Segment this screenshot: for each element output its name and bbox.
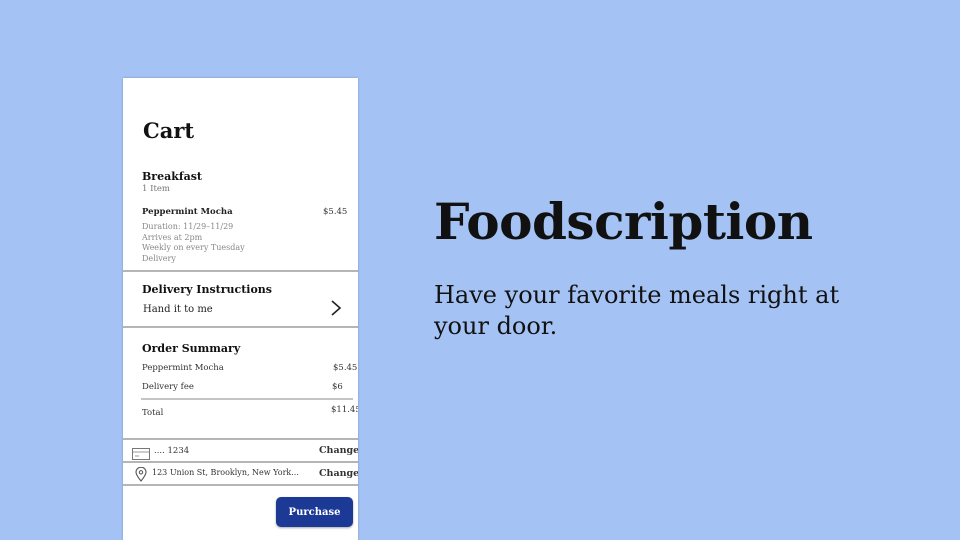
- divider: [123, 484, 358, 486]
- cart-item-details: Duration: 11/29–11/29 Arrives at 2pm Wee…: [142, 222, 262, 264]
- purchase-button[interactable]: Purchase: [276, 497, 353, 527]
- item-count: 1 Item: [142, 184, 170, 194]
- chevron-right-icon[interactable]: [329, 299, 343, 317]
- divider: [123, 438, 358, 440]
- delivery-instructions-value[interactable]: Hand it to me: [143, 304, 213, 315]
- change-address-button[interactable]: Change: [319, 468, 358, 479]
- total-label: Total: [142, 408, 164, 418]
- cart-item-name[interactable]: Peppermint Mocha: [142, 207, 233, 217]
- detail-arrival: Arrives at 2pm: [142, 232, 203, 242]
- credit-card-icon: [132, 445, 150, 460]
- divider: [123, 461, 358, 463]
- cart-section-title: Breakfast: [142, 170, 202, 183]
- cart-item-price: $5.45: [323, 207, 348, 217]
- detail-frequency: Weekly on every Tuesday: [142, 243, 245, 252]
- total-value: $11.45: [331, 405, 358, 415]
- change-payment-button[interactable]: Change: [319, 445, 358, 456]
- payment-card-number: .... 1234: [154, 446, 190, 456]
- phone-screen: Cart Breakfast 1 Item Peppermint Mocha $…: [123, 78, 358, 540]
- divider: [123, 326, 358, 328]
- delivery-address: 123 Union St, Brooklyn, New York...: [152, 468, 299, 477]
- detail-delivery: Delivery: [142, 253, 176, 263]
- divider: [123, 270, 358, 272]
- page-title: Cart: [143, 118, 195, 143]
- delivery-instructions-title: Delivery Instructions: [142, 283, 272, 296]
- summary-divider: [141, 398, 353, 400]
- summary-row-value: $6: [332, 382, 343, 392]
- brand-title: Foodscription: [434, 192, 813, 251]
- summary-row-value: $5.45: [333, 363, 358, 373]
- detail-duration: Duration: 11/29–11/29: [142, 222, 234, 231]
- brand-tagline: Have your favorite meals right at your d…: [434, 281, 840, 340]
- location-pin-icon: [135, 466, 147, 482]
- summary-row-label: Peppermint Mocha: [142, 363, 224, 373]
- summary-row-label: Delivery fee: [142, 382, 194, 392]
- order-summary-title: Order Summary: [142, 342, 241, 355]
